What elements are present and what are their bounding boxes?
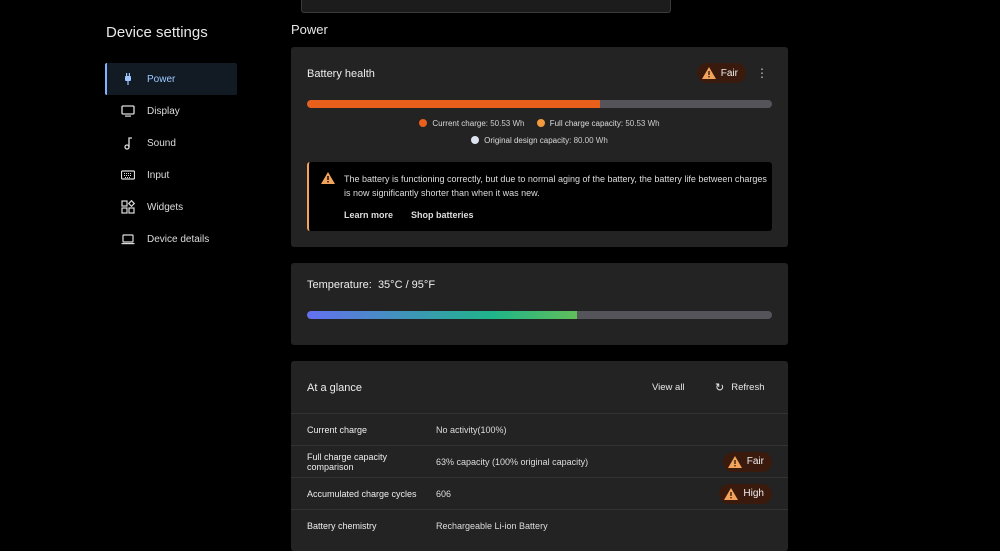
temperature-value: 35°C / 95°F xyxy=(377,279,436,291)
more-options-icon[interactable]: ⋮ xyxy=(756,66,768,80)
laptop-icon xyxy=(121,234,135,245)
status-text: High xyxy=(743,488,764,499)
legend-value: 50.53 Wh xyxy=(490,119,525,128)
card-title: At a glance xyxy=(307,382,363,394)
row-value: Rechargeable Li-ion Battery xyxy=(436,520,548,531)
table-row: Current charge No activity(100%) xyxy=(291,413,788,445)
sidebar-item-widgets[interactable]: Widgets xyxy=(105,191,237,223)
temperature-label: Temperature: xyxy=(307,279,372,291)
status-badge: Fair xyxy=(722,451,772,472)
widgets-icon xyxy=(121,200,135,214)
row-value: 606 xyxy=(436,488,452,499)
row-label: Current charge xyxy=(307,424,368,435)
refresh-icon: ↻ xyxy=(715,382,725,394)
sidebar-item-sound[interactable]: Sound xyxy=(105,127,237,159)
warning-icon xyxy=(701,67,716,79)
keyboard-icon xyxy=(121,170,135,180)
legend-dot-design xyxy=(471,136,480,144)
battery-charge-fill xyxy=(307,100,600,108)
card-title: Battery health xyxy=(307,68,375,80)
sidebar-item-input[interactable]: Input xyxy=(105,159,237,191)
temperature-fill xyxy=(307,311,577,319)
battery-legend: Current charge: 50.53 Wh Full charge cap… xyxy=(291,119,788,128)
sidebar-nav: Power Display Sound Input Widgets Device… xyxy=(105,63,237,255)
sidebar-item-device-details[interactable]: Device details xyxy=(105,223,237,255)
warning-icon xyxy=(321,172,335,184)
status-text: Fair xyxy=(720,67,738,79)
status-badge: High xyxy=(719,483,772,504)
table-row: Full charge capacity comparison 63% capac… xyxy=(291,445,788,477)
refresh-label: Refresh xyxy=(731,382,765,393)
sidebar-title: Device settings xyxy=(106,24,208,41)
battery-legend-design: Original design capacity: 80.00 Wh xyxy=(291,136,788,145)
at-a-glance-card: At a glance View all ↻ Refresh Current ch… xyxy=(291,361,788,551)
warning-icon xyxy=(724,487,739,500)
legend-label: Original design capacity: xyxy=(484,136,572,145)
row-label: Full charge capacity comparison xyxy=(307,451,388,472)
sidebar-item-label: Display xyxy=(147,105,180,117)
row-value: No activity(100%) xyxy=(436,424,507,435)
search-box[interactable] xyxy=(301,0,671,13)
legend-label: Full charge capacity: xyxy=(549,119,624,128)
refresh-button[interactable]: ↻ Refresh xyxy=(715,381,764,394)
legend-value: 80.00 Wh xyxy=(573,136,608,145)
temperature-bar xyxy=(307,311,772,319)
battery-alert: The battery is functioning correctly, bu… xyxy=(307,162,772,231)
sidebar-item-label: Power xyxy=(147,73,176,85)
sidebar-item-label: Widgets xyxy=(147,201,184,213)
view-all-button[interactable]: View all xyxy=(652,382,685,393)
status-badge: Fair xyxy=(696,63,746,83)
table-row: Accumulated charge cycles 606 High xyxy=(291,477,788,509)
table-row: Battery chemistry Rechargeable Li-ion Bat… xyxy=(291,509,788,541)
sidebar-item-power[interactable]: Power xyxy=(105,63,237,95)
row-value: 63% capacity (100% original capacity) xyxy=(436,456,589,467)
sidebar-item-label: Input xyxy=(147,169,170,181)
legend-label: Current charge: xyxy=(432,119,488,128)
legend-value: 50.53 Wh xyxy=(625,119,660,128)
alert-text: The battery is functioning correctly, bu… xyxy=(344,174,767,198)
sidebar-item-label: Device details xyxy=(147,233,210,245)
battery-charge-bar xyxy=(307,100,772,108)
warning-icon xyxy=(727,455,742,468)
sidebar-item-label: Sound xyxy=(147,137,176,149)
monitor-icon xyxy=(121,105,135,117)
status-text: Fair xyxy=(746,456,764,467)
plug-icon xyxy=(125,73,131,85)
battery-health-card: Battery health Fair ⋮ Current charge: 50… xyxy=(291,47,788,247)
music-note-icon xyxy=(124,137,132,150)
row-label: Accumulated charge cycles xyxy=(307,488,417,499)
learn-more-link[interactable]: Learn more xyxy=(344,210,393,220)
sidebar-item-display[interactable]: Display xyxy=(105,95,237,127)
temperature-card: Temperature: 35°C / 95°F xyxy=(291,263,788,345)
legend-dot-current xyxy=(419,119,428,127)
legend-dot-full xyxy=(536,119,545,127)
page-title: Power xyxy=(291,22,328,37)
shop-batteries-link[interactable]: Shop batteries xyxy=(411,210,474,220)
row-label: Battery chemistry xyxy=(307,520,377,531)
